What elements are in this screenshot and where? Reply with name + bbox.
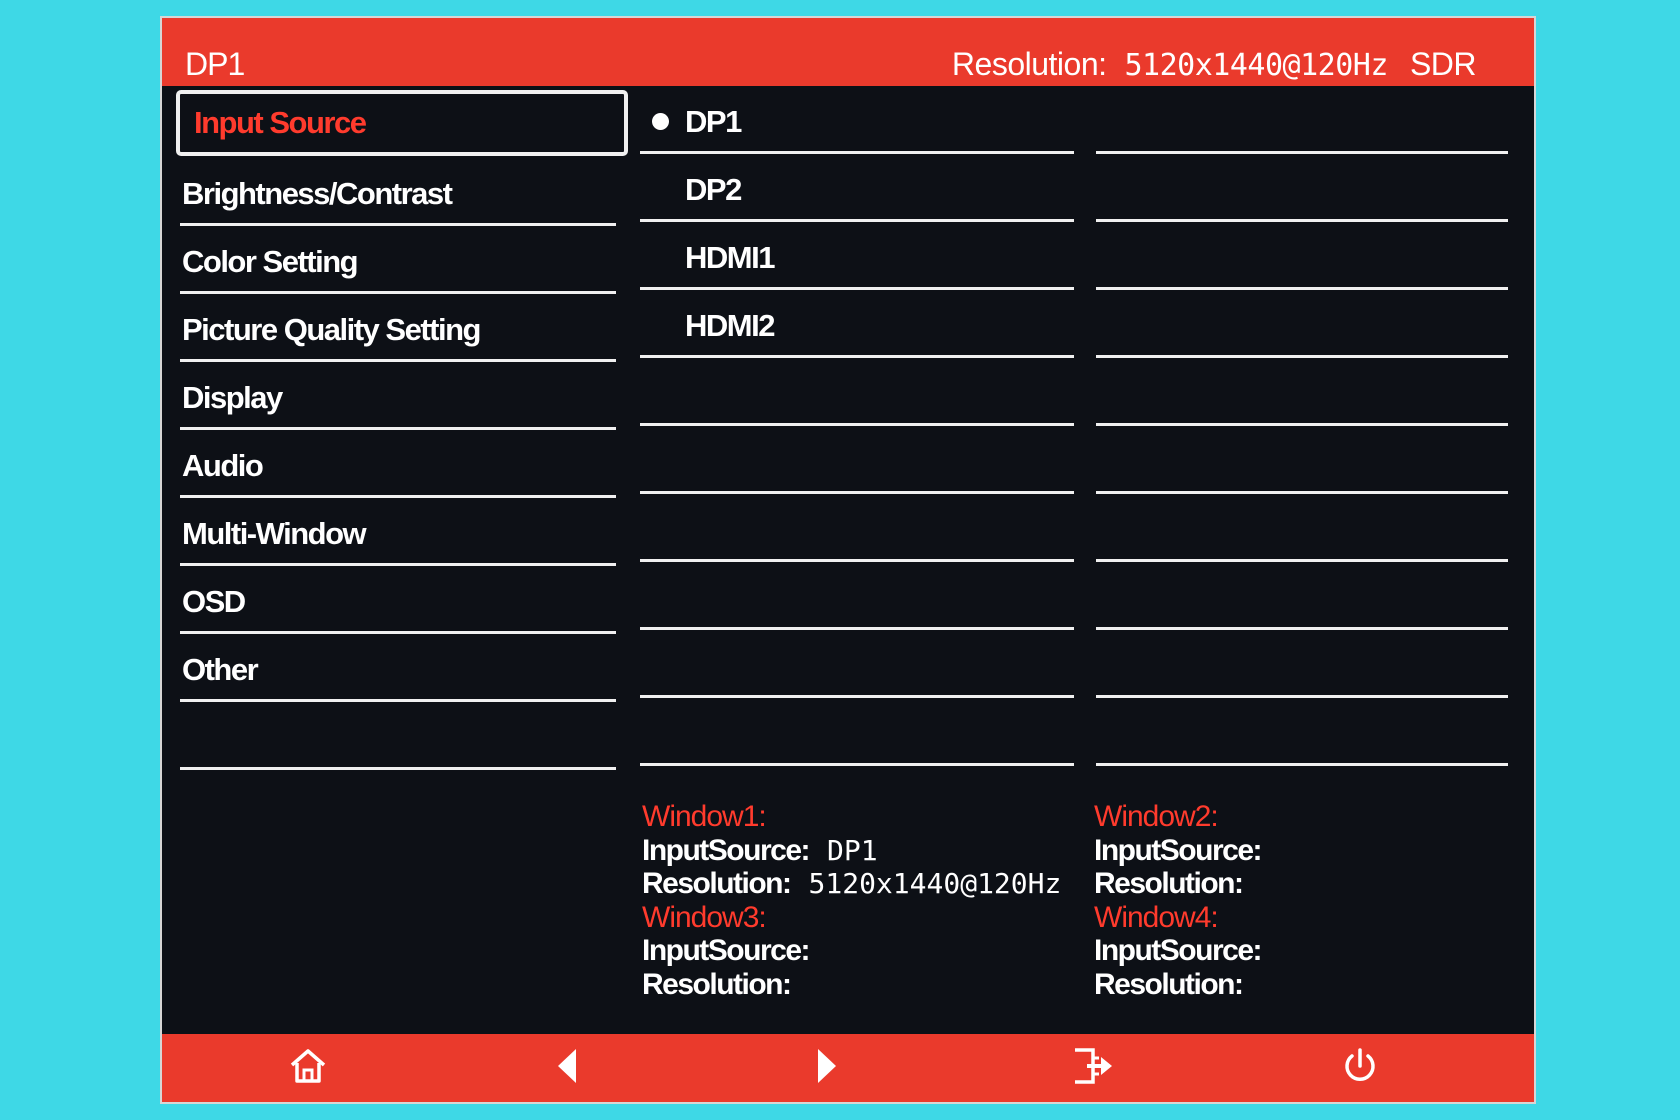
resolution-label: Resolution: <box>642 867 792 900</box>
resolution-label: Resolution: <box>1094 967 1244 1001</box>
resolution-label: Resolution: <box>951 46 1107 82</box>
exit-button[interactable] <box>1069 1044 1117 1088</box>
power-icon <box>1345 1048 1375 1081</box>
option-dp2[interactable]: DP2 <box>640 154 1074 222</box>
menu-item-osd[interactable]: OSD <box>180 566 616 634</box>
option-hdmi2[interactable]: HDMI2 <box>640 290 1074 358</box>
menu-item-label: Color Setting <box>182 244 359 279</box>
power-button[interactable] <box>1336 1044 1384 1088</box>
window3-resolution: Resolution: <box>642 968 1061 1002</box>
window4-resolution: Resolution: <box>1094 968 1279 1002</box>
menu-item-input-source[interactable]: Input Source <box>176 90 628 156</box>
window4-title: Window4: <box>1094 900 1219 934</box>
sub-option-empty <box>1096 222 1508 290</box>
exit-icon <box>1075 1048 1112 1084</box>
window-info-right: Window2: InputSource: Resolution: Window… <box>1094 800 1279 1001</box>
dynamic-range-label: SDR <box>1409 46 1477 82</box>
menu-item-label: Audio <box>182 448 264 483</box>
input-source-label: InputSource: <box>642 934 811 967</box>
menu-item-brightness-contrast[interactable]: Brightness/Contrast <box>180 158 616 226</box>
sub-option-empty <box>1096 562 1508 630</box>
sub-option-empty <box>1096 86 1508 154</box>
option-empty <box>640 698 1074 766</box>
option-label: DP1 <box>685 104 742 139</box>
menu-item-label: Other <box>182 652 259 687</box>
option-dp1[interactable]: DP1 <box>640 86 1074 154</box>
osd-header-bar: DP1 Resolution: 5120x1440@120Hz SDR <box>162 18 1534 86</box>
selected-dot-icon <box>652 113 669 130</box>
option-label: HDMI2 <box>685 308 775 343</box>
option-label: HDMI1 <box>685 240 775 275</box>
window3-input: InputSource: <box>642 934 1061 968</box>
main-menu: Input Source Brightness/Contrast Color S… <box>176 86 628 770</box>
menu-item-multi-window[interactable]: Multi-Window <box>180 498 616 566</box>
menu-item-label: Picture Quality Setting <box>182 312 481 347</box>
resolution-value: 5120x1440@120Hz <box>808 867 1062 900</box>
home-button[interactable] <box>284 1044 332 1088</box>
option-empty <box>640 630 1074 698</box>
window1-resolution: Resolution: 5120x1440@120Hz <box>642 867 1061 901</box>
right-arrow-icon <box>818 1049 836 1083</box>
menu-item-other[interactable]: Other <box>180 634 616 702</box>
menu-item-label: Display <box>182 380 283 415</box>
input-source-value: DP1 <box>827 833 878 867</box>
input-options-list: DP1 DP2 HDMI1 HDMI2 <box>640 86 1074 766</box>
option-empty <box>640 358 1074 426</box>
window1-input: InputSource: DP1 <box>642 834 1061 868</box>
option-label: DP2 <box>685 172 742 207</box>
resolution-value: 5120x1440@120Hz <box>1124 48 1389 83</box>
resolution-label: Resolution: <box>1094 867 1244 900</box>
window3-title: Window3: <box>642 900 767 934</box>
option-empty <box>640 426 1074 494</box>
home-icon <box>290 1049 326 1083</box>
sub-option-empty <box>1096 630 1508 698</box>
sub-options-list <box>1096 86 1508 766</box>
menu-item-empty <box>180 702 616 770</box>
sub-option-empty <box>1096 494 1508 562</box>
option-hdmi1[interactable]: HDMI1 <box>640 222 1074 290</box>
input-source-label: InputSource: <box>642 833 811 867</box>
left-arrow-icon <box>558 1049 576 1083</box>
sub-option-empty <box>1096 698 1508 766</box>
menu-item-audio[interactable]: Audio <box>180 430 616 498</box>
osd-nav-bar <box>162 1034 1534 1102</box>
menu-item-color-setting[interactable]: Color Setting <box>180 226 616 294</box>
signal-info: Resolution: 5120x1440@120Hz SDR <box>951 46 1477 83</box>
menu-item-label: OSD <box>182 584 246 619</box>
left-button[interactable] <box>543 1044 591 1088</box>
input-source-label: InputSource: <box>1094 833 1263 867</box>
sub-option-empty <box>1096 426 1508 494</box>
option-empty <box>640 562 1074 630</box>
option-empty <box>640 494 1074 562</box>
menu-item-label: Brightness/Contrast <box>182 176 453 211</box>
monitor-osd-panel: DP1 Resolution: 5120x1440@120Hz SDR Input … <box>162 18 1534 1102</box>
window-info-left: Window1: InputSource: DP1 Resolution: 5120… <box>642 800 1061 1001</box>
menu-item-display[interactable]: Display <box>180 362 616 430</box>
window2-title: Window2: <box>1094 800 1219 833</box>
menu-item-label: Input Source <box>194 105 367 140</box>
window4-input: InputSource: <box>1094 934 1279 968</box>
menu-item-label: Multi-Window <box>182 516 367 551</box>
sub-option-empty <box>1096 154 1508 222</box>
right-button[interactable] <box>803 1044 851 1088</box>
sub-option-empty <box>1096 358 1508 426</box>
input-source-label: InputSource: <box>1094 934 1263 967</box>
sub-option-empty <box>1096 290 1508 358</box>
menu-item-picture-quality-setting[interactable]: Picture Quality Setting <box>180 294 616 362</box>
window2-input: InputSource: <box>1094 834 1279 868</box>
window2-resolution: Resolution: <box>1094 867 1279 901</box>
window1-title: Window1: <box>642 800 767 833</box>
current-input-label: DP1 <box>185 46 245 82</box>
resolution-label: Resolution: <box>642 967 792 1001</box>
